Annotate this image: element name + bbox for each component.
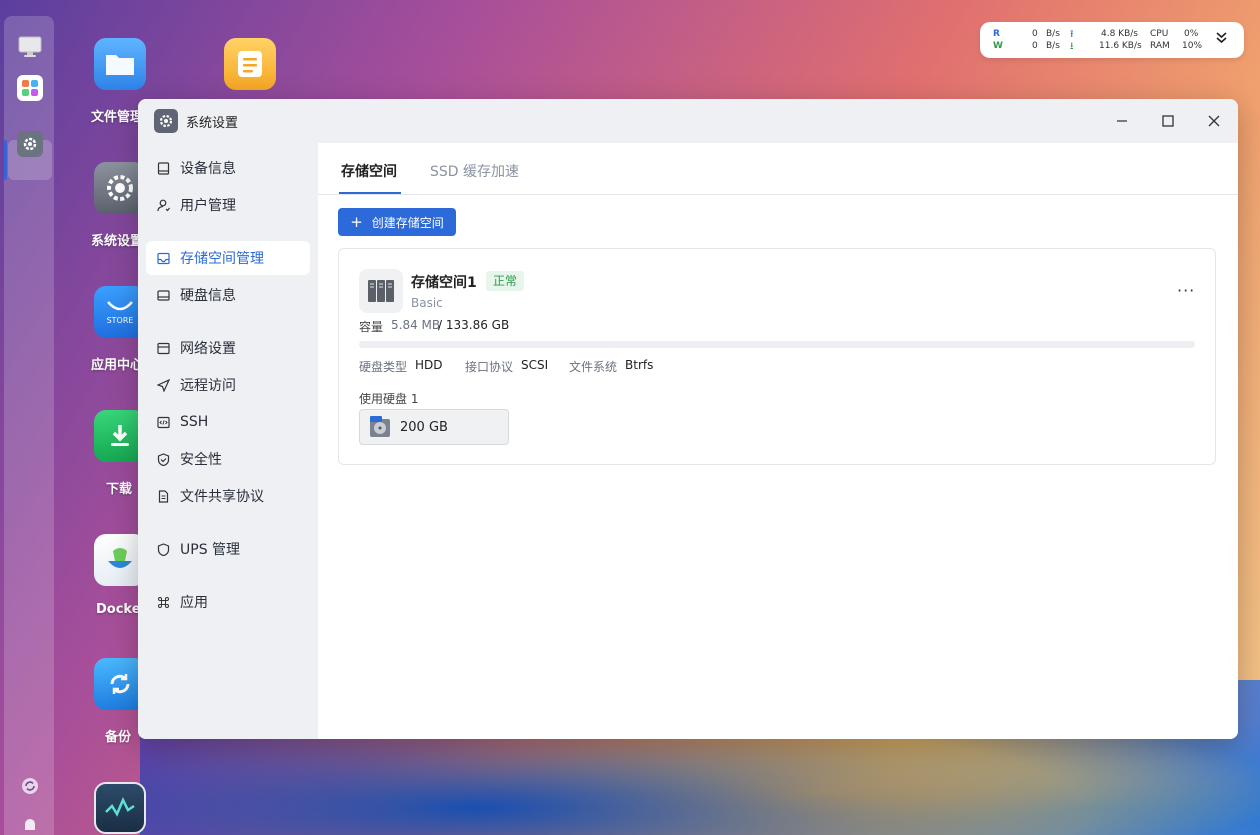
capacity-progress-bar (359, 341, 1195, 348)
download-rate: 11.6 KB/s (1099, 41, 1142, 51)
sidebar-item-label: 应用 (180, 595, 208, 611)
network-monitor-widget[interactable]: R W 0 0 B/s B/s ⭱ ⭳ 4.8 KB/s 11.6 KB/s C… (980, 22, 1244, 58)
desktop-label-app-center: 应用中心 (91, 358, 144, 373)
desktop-label-settings: 系统设置 (91, 234, 144, 249)
settings-window: 系统设置 设备信息 用户管理 存储空间管理 硬盘信息 网络设置 远程访问 SSH… (138, 99, 1238, 739)
sidebar-item-label: 用户管理 (180, 198, 236, 214)
sidebar-item-network-settings[interactable]: 网络设置 (146, 331, 310, 365)
storage-pool-card[interactable]: 存储空间1 正常 Basic ··· 容量 5.84 MB / 133.86 G… (338, 248, 1216, 465)
shield-icon (156, 542, 170, 556)
interface-label: 接口协议 (465, 360, 514, 374)
storage-icon (156, 251, 170, 265)
disk-size: 200 GB (400, 420, 448, 435)
more-horizontal-icon[interactable]: ··· (1177, 281, 1195, 300)
cpu-value: 0% (1184, 29, 1199, 39)
sidebar-item-storage-management[interactable]: 存储空间管理 (146, 241, 310, 275)
pool-name: 存储空间1 (411, 275, 477, 291)
sidebar-item-label: 安全性 (180, 452, 222, 468)
sidebar-item-security[interactable]: 安全性 (146, 442, 310, 476)
filesystem-label: 文件系统 (569, 360, 618, 374)
app-grid-icon[interactable] (17, 75, 43, 101)
collapse-chevrons-icon[interactable] (1216, 32, 1227, 47)
disks-used-label: 使用硬盘 1 (359, 392, 419, 406)
status-badge: 正常 (486, 271, 525, 291)
notification-bell-icon[interactable] (17, 812, 43, 835)
sidebar-item-file-sharing[interactable]: 文件共享协议 (146, 479, 310, 513)
capacity-label: 容量 (359, 320, 384, 334)
sidebar-item-ups[interactable]: UPS 管理 (146, 532, 310, 566)
settings-gear-icon[interactable] (17, 131, 43, 157)
sidebar-item-label: 远程访问 (180, 378, 236, 394)
sidebar-item-user-management[interactable]: 用户管理 (146, 188, 310, 222)
ram-value: 10% (1182, 41, 1203, 51)
sidebar-item-label: 存储空间管理 (180, 251, 264, 267)
download-arrow-icon: ⭳ (1070, 41, 1074, 52)
server-rack-icon (359, 269, 403, 313)
desktop-label-download: 下载 (106, 482, 133, 497)
interface-value: SCSI (521, 358, 549, 372)
pool-type: Basic (411, 296, 443, 310)
network-icon (156, 341, 170, 355)
update-icon[interactable] (17, 773, 43, 799)
tab-ssd-cache[interactable]: SSD 缓存加速 (430, 161, 519, 181)
write-label: W (993, 41, 1003, 51)
main-content: 存储空间 SSD 缓存加速 + 创建存储空间 存储空间1 正常 Basic ··… (318, 143, 1238, 739)
notes-icon[interactable] (224, 38, 276, 90)
read-unit: B/s (1046, 29, 1060, 39)
sidebar-item-ssh[interactable]: SSH (146, 405, 310, 439)
settings-sidebar: 设备信息 用户管理 存储空间管理 硬盘信息 网络设置 远程访问 SSH 安全性 (138, 143, 318, 739)
device-icon (156, 161, 170, 175)
desktop-label-backup: 备份 (105, 730, 132, 745)
filesystem-value: Btrfs (625, 358, 654, 372)
command-icon (156, 595, 170, 609)
sidebar-item-label: 网络设置 (180, 341, 236, 357)
sidebar-item-apps[interactable]: 应用 (146, 585, 310, 619)
sidebar-item-label: UPS 管理 (180, 542, 241, 558)
upload-rate: 4.8 KB/s (1101, 29, 1138, 39)
ram-label: RAM (1150, 41, 1170, 51)
sidebar-item-remote-access[interactable]: 远程访问 (146, 368, 310, 402)
desktop-label-file-manager: 文件管理 (91, 110, 144, 125)
sidebar-item-disk-info[interactable]: 硬盘信息 (146, 278, 310, 312)
cpu-label: CPU (1150, 29, 1169, 39)
dock (4, 16, 54, 835)
write-rate: 0 (1032, 41, 1038, 51)
create-storage-label: 创建存储空间 (371, 215, 444, 230)
disk-type-label: 硬盘类型 (359, 360, 408, 374)
window-title: 系统设置 (186, 116, 239, 131)
close-button[interactable] (1204, 111, 1224, 131)
file-manager-icon[interactable] (94, 38, 146, 90)
hdd-icon (369, 415, 391, 443)
user-icon (156, 198, 170, 212)
sidebar-item-label: 硬盘信息 (180, 288, 236, 304)
document-icon (156, 489, 170, 503)
read-label: R (993, 29, 1000, 39)
plus-icon: + (350, 212, 363, 231)
window-titlebar[interactable]: 系统设置 (138, 99, 1238, 143)
capacity-used: 5.84 MB (391, 318, 441, 332)
code-icon (156, 415, 170, 429)
sidebar-item-label: SSH (180, 414, 209, 430)
create-storage-button[interactable]: + 创建存储空间 (338, 208, 456, 236)
sidebar-item-device-info[interactable]: 设备信息 (146, 151, 310, 185)
read-rate: 0 (1032, 29, 1038, 39)
capacity-total: / 133.86 GB (438, 318, 510, 332)
minimize-button[interactable] (1112, 111, 1132, 131)
settings-app-icon (154, 109, 178, 133)
write-unit: B/s (1046, 41, 1060, 51)
send-icon (156, 378, 170, 392)
disk-icon (156, 288, 170, 302)
shield-check-icon (156, 452, 170, 466)
resource-monitor-icon[interactable] (94, 782, 146, 834)
disk-type-value: HDD (415, 358, 443, 372)
dock-active-indicator (4, 140, 7, 180)
store-text: STORE (106, 315, 134, 325)
tab-divider (318, 194, 1238, 195)
sidebar-item-label: 设备信息 (180, 161, 236, 177)
monitor-icon[interactable] (17, 34, 43, 60)
tab-storage[interactable]: 存储空间 (341, 161, 397, 181)
disk-chip[interactable]: 200 GB (359, 409, 509, 445)
sidebar-item-label: 文件共享协议 (180, 489, 264, 505)
maximize-button[interactable] (1158, 111, 1178, 131)
